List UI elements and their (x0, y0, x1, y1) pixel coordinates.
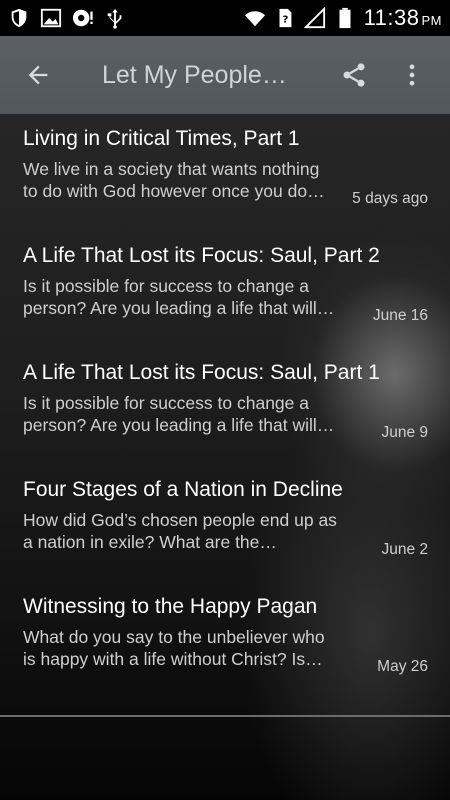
item-description: How did God’s chosen people end up as a … (23, 510, 337, 552)
item-description: Is it possible for success to change a p… (23, 393, 335, 435)
usb-icon (104, 7, 126, 29)
back-arrow-icon (28, 65, 48, 85)
list-item[interactable]: Living in Critical Times, Part 1 We live… (0, 114, 450, 231)
wifi-icon (244, 7, 266, 29)
item-description: Is it possible for success to change a p… (23, 276, 335, 318)
page-title: Let My People… (102, 60, 287, 89)
sermon-list: Living in Critical Times, Part 1 We live… (0, 114, 450, 699)
item-title: A Life That Lost its Focus: Saul, Part 2 (23, 244, 380, 267)
notification-icon (72, 7, 94, 29)
sermon-list-container[interactable]: Living in Critical Times, Part 1 We live… (0, 114, 450, 800)
signal-icon (303, 7, 326, 29)
image-icon (40, 7, 62, 29)
item-date: June 9 (381, 424, 428, 441)
item-title: Living in Critical Times, Part 1 (23, 127, 300, 150)
item-description: What do you say to the unbeliever who is… (23, 627, 325, 669)
back-button[interactable] (12, 49, 64, 101)
battery-icon (334, 7, 356, 29)
app-bar: Let My People… (0, 36, 450, 114)
share-icon (343, 63, 365, 87)
shield-icon (8, 7, 30, 29)
list-item[interactable]: Four Stages of a Nation in Decline How d… (0, 465, 450, 582)
item-title: A Life That Lost its Focus: Saul, Part 1 (23, 361, 380, 384)
more-vert-icon (409, 64, 415, 86)
list-item[interactable]: Witnessing to the Happy Pagan What do yo… (0, 582, 450, 699)
svg-text:?: ? (282, 15, 288, 26)
list-item[interactable]: A Life That Lost its Focus: Saul, Part 1… (0, 348, 450, 465)
item-date: June 16 (372, 307, 428, 324)
item-title: Witnessing to the Happy Pagan (23, 595, 318, 618)
sim-icon: ? (274, 7, 296, 29)
item-description: We live in a society that wants nothing … (23, 159, 325, 201)
share-button[interactable] (328, 49, 380, 101)
overflow-menu-button[interactable] (386, 49, 438, 101)
status-clock: 11:38 PM (363, 5, 442, 30)
item-title: Four Stages of a Nation in Decline (23, 478, 343, 501)
item-date: May 26 (377, 658, 428, 675)
list-item[interactable]: A Life That Lost its Focus: Saul, Part 2… (0, 231, 450, 348)
list-divider (0, 715, 450, 717)
item-date: 5 days ago (352, 190, 428, 207)
status-bar: ? 11:38 PM (0, 0, 450, 36)
item-date: June 2 (381, 541, 428, 558)
